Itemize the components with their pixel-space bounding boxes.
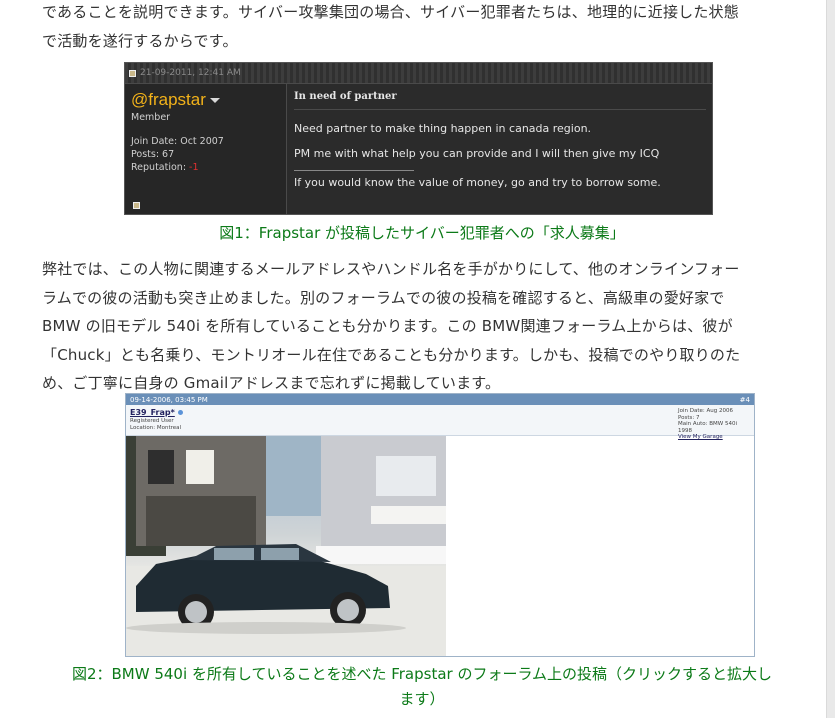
fig1-post-count: Posts: 67 <box>131 149 175 160</box>
car-photo-illustration <box>126 436 446 656</box>
fig1-reputation: Reputation: -1 <box>131 161 280 174</box>
fig2-user-stats: Join Date: Aug 2006 Posts: 7 Main Auto: … <box>678 408 750 441</box>
fig2-post-number[interactable]: #4 <box>740 396 750 404</box>
fig2-user-header: E39_Frap* Registered User Location: Mont… <box>126 405 754 440</box>
fig1-timestamp: 21-09-2011, 12:41 AM <box>140 68 241 78</box>
figure-2-caption[interactable]: 図2：BMW 540i を所有していることを述べた Frapstar のフォーラ… <box>42 662 802 712</box>
fig1-reputation-label: Reputation: <box>131 162 190 173</box>
paragraph-2-line-1: 弊社では、この人物に関連するメールアドレスやハンドル名を手がかりにして、他のオン… <box>42 260 740 278</box>
fig1-post-title: In need of partner <box>294 91 706 110</box>
online-status-icon <box>177 410 183 415</box>
fig2-garage-link[interactable]: View My Garage <box>678 434 750 441</box>
fig1-post-line-2: PM me with what help you can provide and… <box>294 147 660 160</box>
fig2-location: Location: Montreal <box>130 424 182 431</box>
fig1-post-header: 21-09-2011, 12:41 AM <box>125 63 712 84</box>
fig1-join-date: Join Date: Oct 2007 <box>131 136 224 147</box>
fig1-username: @frapstar <box>131 90 206 109</box>
paragraph-1-line-2: で活動を遂行するからです。 <box>42 31 238 50</box>
fig1-post-line-1: Need partner to make thing happen in can… <box>294 122 592 135</box>
fig2-timestamp: 09-14-2006, 03:45 PM <box>130 395 208 404</box>
figure-1-caption: 図1：Frapstar が投稿したサイバー犯罪者への「求人募集」 <box>219 224 625 242</box>
chevron-down-icon <box>209 98 220 103</box>
fig1-post-body: In need of partner Need partner to make … <box>294 84 706 214</box>
post-icon <box>129 69 136 77</box>
paragraph-1: であることを説明できます。サイバー攻撃集団の場合、サイバー犯罪者たちは、地理的に… <box>42 0 802 55</box>
fig1-reputation-value: -1 <box>189 162 199 173</box>
fig2-user-title: Registered User <box>130 418 174 424</box>
paragraph-1-line-1: であることを説明できます。サイバー攻撃集団の場合、サイバー犯罪者たちは、地理的に… <box>42 3 739 21</box>
paragraph-2-line-2: ラムでの彼の活動も突き止めました。別のフォーラムでの彼の投稿を確認すると、高級車… <box>42 288 725 307</box>
paragraph-2: 弊社では、この人物に関連するメールアドレスやハンドル名を手がかりにして、他のオン… <box>42 255 802 398</box>
signature-divider <box>294 170 414 171</box>
fig2-user-info: Registered User Location: Montreal <box>130 418 181 431</box>
figure-2-caption-line-2[interactable]: ます） <box>399 690 444 708</box>
figure-1-forum-post: 21-09-2011, 12:41 AM @frapstar Member Jo… <box>124 62 713 215</box>
fig1-user-role: Member <box>131 112 171 123</box>
fig2-post-header: 09-14-2006, 03:45 PM #4 <box>126 394 754 405</box>
fig1-user-meta: Join Date: Oct 2007 Posts: 67 Reputation… <box>131 135 280 174</box>
fig2-username-link[interactable]: E39_Frap* <box>130 408 183 417</box>
paragraph-2-line-4: 「Chuck」とも名乗り、モントリオール在住であることも分かります。しかも、投稿… <box>42 345 741 364</box>
paragraph-2-line-3: BMW の旧モデル 540i を所有していることも分かります。この BMW関連フ… <box>42 317 733 335</box>
fig1-signature: If you would know the value of money, go… <box>294 176 661 189</box>
fig2-username[interactable]: E39_Frap* <box>130 408 175 417</box>
car-photo <box>126 436 446 656</box>
figure-2-caption-line-1[interactable]: 図2：BMW 540i を所有していることを述べた Frapstar のフォーラ… <box>72 665 772 683</box>
paragraph-2-line-5: め、ご丁寧に自身の Gmailアドレスまで忘れずに掲載しています。 <box>42 374 501 392</box>
report-icon <box>133 202 140 209</box>
fig1-user-panel: @frapstar Member Join Date: Oct 2007 Pos… <box>125 84 287 214</box>
fig2-main-auto: Main Auto: BMW 540i 1998 <box>678 421 737 434</box>
figure-2-forum-post[interactable]: 09-14-2006, 03:45 PM #4 E39_Frap* Regist… <box>125 393 755 657</box>
scrollbar[interactable] <box>826 0 835 718</box>
